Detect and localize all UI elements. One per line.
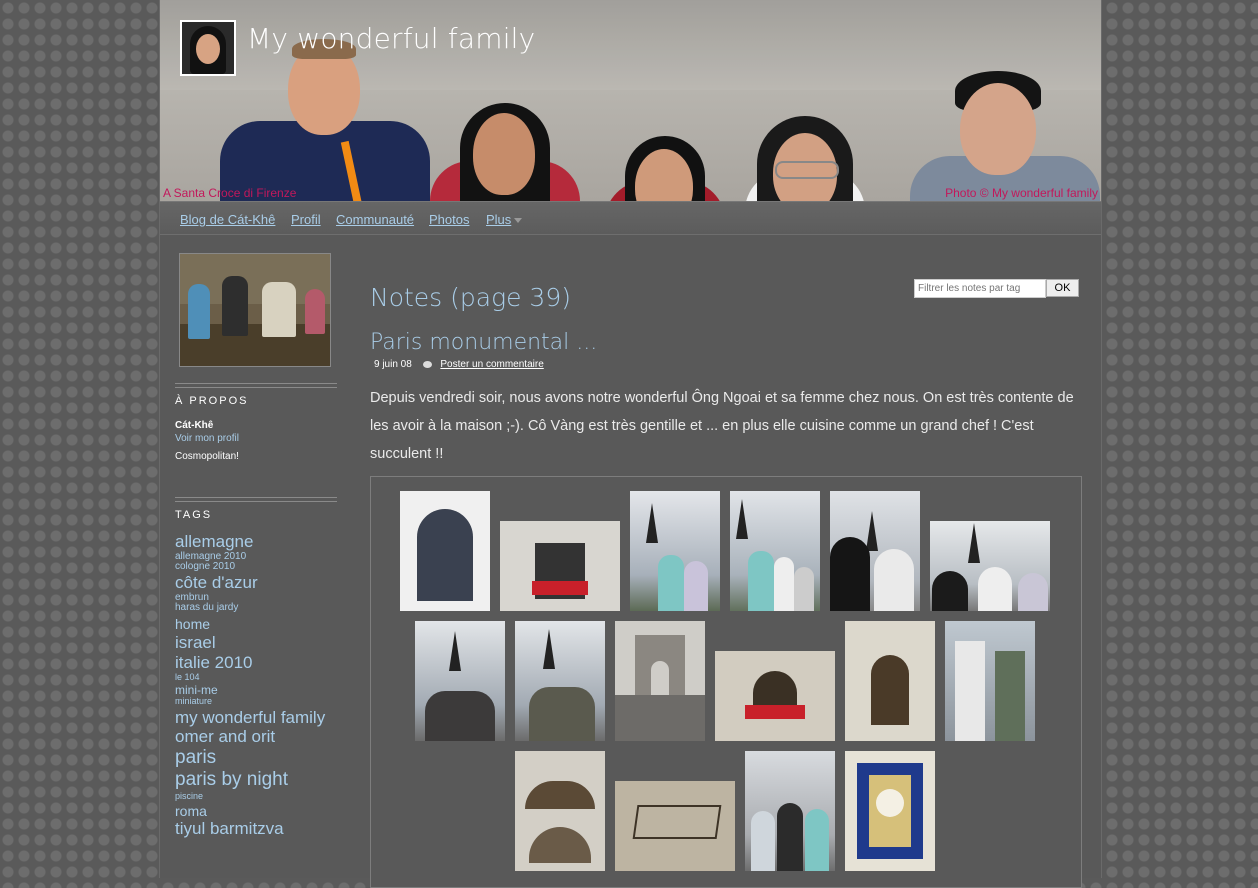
tag-link[interactable]: mini-me [175,683,345,697]
tag-link[interactable]: tiyul barmitzva [175,820,345,838]
chevron-down-icon [514,218,523,224]
tag-filter-input[interactable] [914,279,1046,298]
photo-gallery [370,476,1082,888]
top-nav: Blog de Cát-Khê Profil Communauté Photos… [160,201,1101,235]
banner-person-4 [735,61,875,201]
tag-link[interactable]: paris [175,748,345,768]
header-banner: My wonderful family A Santa Croce di Fir… [160,0,1101,201]
gallery-photo[interactable] [515,751,605,871]
post-body: Depuis vendredi soir, nous avons notre w… [370,390,1074,462]
gallery-photo[interactable] [615,781,735,871]
tag-link[interactable]: miniature [175,696,345,706]
post-title[interactable]: Paris monumental ... [370,330,597,355]
sidebar-divider [175,497,337,502]
view-profile-link[interactable]: Voir mon profil [175,433,239,444]
tag-link[interactable]: omer and orit [175,728,345,746]
comment-icon [422,360,432,368]
post-meta: 9 juin 08 Poster un commentaire [374,359,544,370]
tag-link[interactable]: haras du jardy [175,603,345,614]
ok-button[interactable]: OK [1046,279,1079,297]
profile-photo[interactable] [179,253,331,367]
tags-heading: TAGS [175,509,213,521]
gallery-photo[interactable] [400,491,490,611]
gallery-photo[interactable] [615,621,705,741]
page-container: My wonderful family A Santa Croce di Fir… [159,0,1102,888]
banner-caption-left: A Santa Croce di Firenze [163,186,297,200]
nav-item-communaute[interactable]: Communauté [336,212,414,227]
nav-item-profil[interactable]: Profil [291,212,321,227]
post-date: 9 juin 08 [374,359,412,370]
gallery-photo[interactable] [945,621,1035,741]
site-title[interactable]: My wonderful family [247,22,535,55]
nav-item-blog[interactable]: Blog de Cát-Khê [180,212,275,227]
gallery-photo[interactable] [630,491,720,611]
avatar[interactable] [180,20,236,76]
tag-link[interactable]: côte d'azur [175,573,345,592]
gallery-photo[interactable] [830,491,920,611]
about-heading: À PROPOS [175,395,249,407]
tag-link[interactable]: roma [175,803,345,819]
tag-link[interactable]: piscine [175,791,345,801]
sidebar-divider [175,383,337,388]
tag-link[interactable]: home [175,616,345,632]
nav-item-photos[interactable]: Photos [429,212,469,227]
nav-item-plus-label: Plus [486,212,512,227]
gallery-photo[interactable] [845,751,935,871]
tag-link[interactable]: israel [175,634,345,652]
post-comment-link[interactable]: Poster un commentaire [440,359,543,370]
tag-link[interactable]: my wonderful family [175,708,345,727]
gallery-photo[interactable] [715,651,835,741]
profile-name: Cát-Khê [175,420,214,431]
tag-link[interactable]: cologne 2010 [175,562,345,573]
gallery-photo[interactable] [745,751,835,871]
tag-link[interactable]: allemagne [175,533,345,551]
tag-link[interactable]: paris by night [175,770,345,790]
banner-person-5 [900,41,1100,201]
gallery-photo[interactable] [415,621,505,741]
gallery-photo[interactable] [845,621,935,741]
profile-status: Cosmopolitan! [175,451,239,462]
tag-cloud: allemagne allemagne 2010 cologne 2010 cô… [175,533,345,838]
nav-item-plus[interactable]: Plus [486,212,523,227]
gallery-photo[interactable] [930,521,1050,611]
gallery-photo[interactable] [730,491,820,611]
page-title: Notes (page 39) [370,283,571,312]
tag-link[interactable]: le 104 [175,672,345,682]
banner-person-3 [600,71,730,201]
gallery-photo[interactable] [500,521,620,611]
gallery-photo[interactable] [515,621,605,741]
tag-link[interactable]: italie 2010 [175,654,345,672]
banner-caption-right: Photo © My wonderful family [945,186,1098,200]
banner-person-2 [415,51,585,201]
